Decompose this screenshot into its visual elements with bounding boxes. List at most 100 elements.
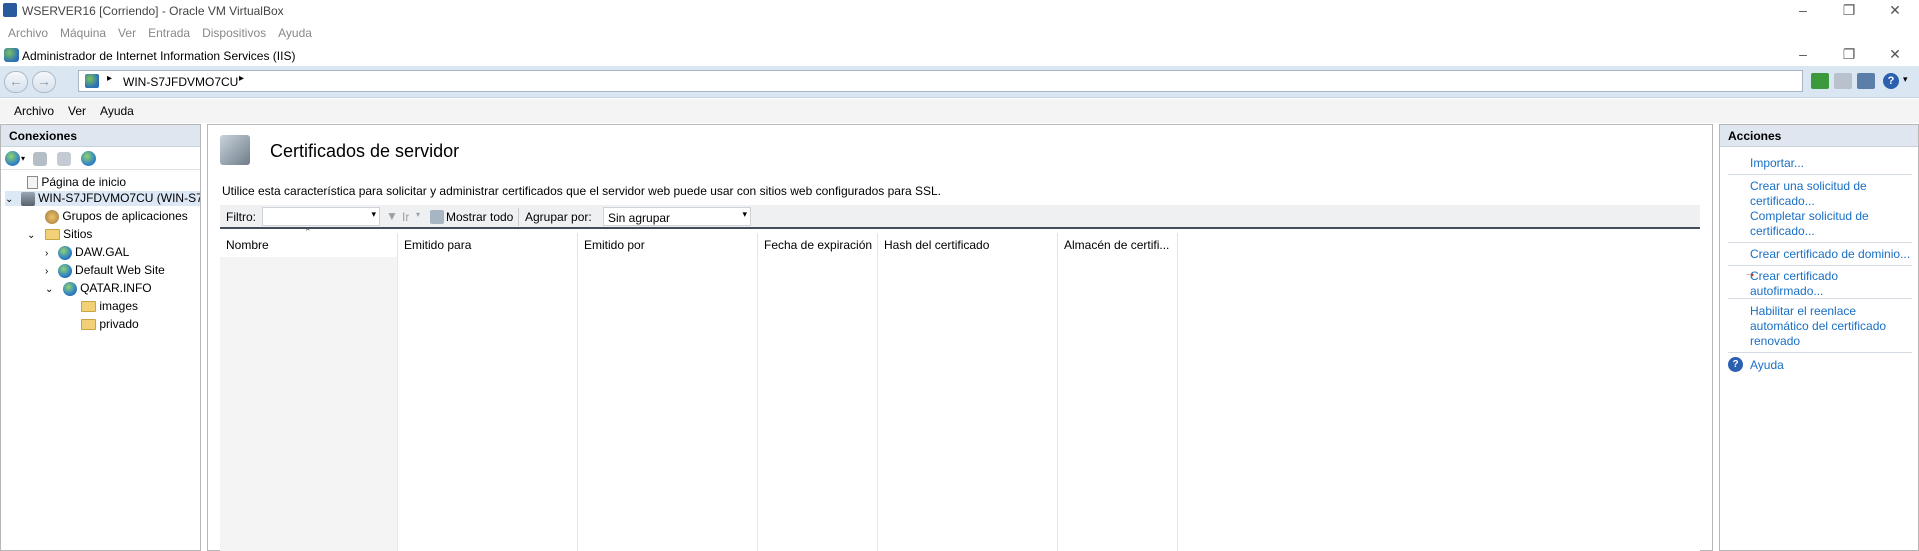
forward-button[interactable]: → <box>32 71 56 93</box>
tree-site-daw[interactable]: › DAW.GAL <box>45 245 129 260</box>
vbox-restore-button[interactable]: ❐ <box>1826 0 1872 22</box>
iis-restore-button[interactable]: ❐ <box>1826 44 1872 66</box>
iis-minimize-button[interactable]: – <box>1780 44 1826 66</box>
show-all-button[interactable]: Mostrar todo <box>446 210 513 224</box>
chevron-down-icon[interactable]: ▾ <box>1903 74 1908 85</box>
vbox-app-icon <box>3 3 17 17</box>
server-icon <box>85 74 99 88</box>
column-header-emitido-para[interactable]: Emitido para <box>398 233 578 257</box>
refresh-icon[interactable] <box>1811 73 1829 89</box>
chevron-down-icon[interactable]: ▾ <box>371 209 376 220</box>
rebind-link[interactable]: Habilitar el reenlace automático del cer… <box>1750 304 1886 349</box>
chevron-right-icon[interactable]: › <box>45 248 48 259</box>
tree-label: QATAR.INFO <box>80 281 152 295</box>
actions-header: Acciones <box>1720 125 1918 147</box>
folder-icon <box>81 301 96 313</box>
globe-icon <box>57 263 72 278</box>
vbox-title-bar: WSERVER16 [Corriendo] - Oracle VM Virtua… <box>0 0 1919 22</box>
filter-input[interactable]: ▾ <box>262 207 380 226</box>
column-body-nombre <box>220 257 398 551</box>
connections-header: Conexiones <box>1 125 200 147</box>
server-icon <box>20 191 35 206</box>
tree-folder-privado[interactable]: privado <box>81 317 139 331</box>
funnel-icon[interactable]: ▼ <box>386 209 398 223</box>
chevron-down-icon[interactable]: ⌄ <box>5 194 13 205</box>
link-line: Crear una solicitud de <box>1750 179 1867 193</box>
create-request-link[interactable]: Crear una solicitud de certificado... <box>1750 179 1867 209</box>
tree-sites[interactable]: ⌄ Sitios <box>27 227 92 241</box>
tree-app-pools[interactable]: Grupos de aplicaciones <box>45 209 188 224</box>
vbox-menu-ayuda[interactable]: Ayuda <box>278 26 312 40</box>
tree-folder-images[interactable]: images <box>81 299 138 313</box>
vbox-menu-archivo[interactable]: Archivo <box>8 26 48 40</box>
stop-icon[interactable] <box>1834 73 1852 89</box>
tree-label: Grupos de aplicaciones <box>62 209 188 223</box>
folder-icon <box>44 229 60 241</box>
column-header-nombre[interactable]: Nombre <box>220 233 398 257</box>
chevron-right-icon[interactable]: › <box>45 266 48 277</box>
chevron-down-icon[interactable]: ▾ <box>742 209 747 220</box>
vbox-menu-ver[interactable]: Ver <box>118 26 136 40</box>
iis-title-bar: Administrador de Internet Information Se… <box>0 44 1919 66</box>
address-field[interactable]: ▸ WIN-S7JFDVMO7CU ▸ <box>78 70 1803 92</box>
chevron-down-icon[interactable]: ⌄ <box>27 230 35 241</box>
actions-panel: Acciones Importar... Crear una solicitud… <box>1719 124 1919 551</box>
actions-separator <box>1728 174 1912 175</box>
column-header-fecha-expiracion[interactable]: Fecha de expiración <box>758 233 878 257</box>
up-icon[interactable] <box>57 151 72 166</box>
complete-request-link[interactable]: Completar solicitud de certificado... <box>1750 209 1869 239</box>
iis-menu-ver[interactable]: Ver <box>68 99 86 123</box>
home-icon[interactable] <box>1857 73 1875 89</box>
certificate-server-icon <box>220 135 250 165</box>
back-button[interactable]: ← <box>4 71 28 93</box>
domain-certificate-link[interactable]: Crear certificado de dominio... <box>1750 247 1910 262</box>
address-server[interactable]: WIN-S7JFDVMO7CU <box>123 75 238 89</box>
main-panel: Certificados de servidor Utilice esta ca… <box>207 124 1713 551</box>
filter-label: Filtro: <box>226 210 256 224</box>
address-bar: ← → ▸ WIN-S7JFDVMO7CU ▸ ? ▾ <box>0 66 1919 98</box>
chevron-down-icon[interactable]: ⌄ <box>45 284 53 295</box>
tree-label: privado <box>99 317 139 331</box>
tree-site-default[interactable]: › Default Web Site <box>45 263 165 278</box>
tree-site-qatar[interactable]: ⌄ QATAR.INFO <box>45 281 152 296</box>
disconnect-icon[interactable] <box>81 151 97 166</box>
vbox-minimize-button[interactable]: – <box>1780 0 1826 22</box>
save-icon[interactable] <box>33 151 48 166</box>
column-header-almacen[interactable]: Almacén de certifi... <box>1058 233 1178 257</box>
page-icon <box>27 176 38 190</box>
tree-label: images <box>99 299 139 313</box>
vbox-menu-entrada[interactable]: Entrada <box>148 26 190 40</box>
vbox-close-button[interactable]: ✕ <box>1872 0 1918 22</box>
globe-icon <box>57 245 72 260</box>
tree-label: Página de inicio <box>41 175 127 189</box>
connect-icon[interactable] <box>5 151 20 166</box>
iis-close-button[interactable]: ✕ <box>1872 44 1918 66</box>
group-by-select[interactable]: Sin agrupar ▾ <box>603 207 751 226</box>
iis-menu-archivo[interactable]: Archivo <box>14 99 54 123</box>
help-link[interactable]: Ayuda <box>1750 358 1784 373</box>
tree-label: DAW.GAL <box>75 245 130 259</box>
iis-menu-ayuda[interactable]: Ayuda <box>100 99 134 123</box>
vbox-menu-maquina[interactable]: Máquina <box>60 26 106 40</box>
vbox-menu-dispositivos[interactable]: Dispositivos <box>202 26 266 40</box>
chevron-down-icon[interactable]: ▾ <box>21 154 25 163</box>
import-link[interactable]: Importar... <box>1750 156 1804 171</box>
self-signed-link[interactable]: Crear certificado autofirmado... <box>1750 269 1838 299</box>
link-line: Crear certificado <box>1750 269 1839 283</box>
column-header-hash[interactable]: Hash del certificado <box>878 233 1058 257</box>
chevron-right-icon[interactable]: ▸ <box>239 73 244 84</box>
chevron-down-icon[interactable]: ▾ <box>416 210 420 219</box>
iis-window-title: Administrador de Internet Information Se… <box>22 49 296 63</box>
tree-start-page[interactable]: Página de inicio <box>27 175 127 190</box>
help-icon[interactable]: ? <box>1883 73 1899 89</box>
page-title: Certificados de servidor <box>270 141 460 161</box>
actions-separator <box>1728 352 1912 353</box>
go-button[interactable]: Ir <box>402 210 409 224</box>
tree-server[interactable]: ⌄ WIN-S7JFDVMO7CU (WIN-S7 <box>5 191 200 206</box>
show-all-icon[interactable] <box>430 210 444 224</box>
globe-icon <box>62 281 77 296</box>
app-pool-icon <box>45 209 59 224</box>
help-icon[interactable]: ? <box>1728 357 1743 372</box>
chevron-right-icon[interactable]: ▸ <box>107 73 112 84</box>
column-header-emitido-por[interactable]: Emitido por <box>578 233 758 257</box>
